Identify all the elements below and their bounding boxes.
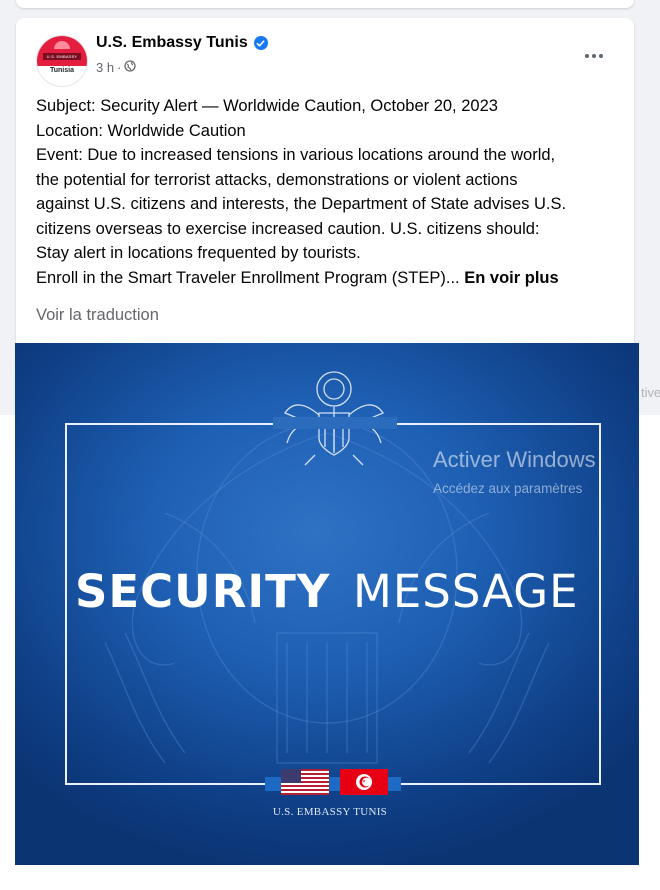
post-text-line: against U.S. citizens and interests, the…: [36, 195, 567, 213]
avatar-sub-text: Tunisia: [50, 67, 74, 74]
post-meta: 3 h ·: [96, 60, 137, 75]
post-text-line: Event: Due to increased tensions in vari…: [36, 146, 556, 164]
post-text-line: Location: Worldwide Caution: [36, 121, 246, 140]
post-text-line: the potential for terrorist attacks, dem…: [36, 170, 518, 189]
tunisia-flag-icon: [340, 769, 388, 795]
image-title-bold: SECURITY: [75, 565, 331, 618]
more-options-icon-dot: [599, 54, 603, 58]
post-time[interactable]: 3 h: [96, 60, 114, 75]
frame-gap-top: [273, 417, 397, 429]
embassy-caption: U.S. EMBASSY TUNIS: [272, 806, 388, 818]
meta-separator: ·: [117, 60, 122, 75]
windows-activation-watermark-subtitle: Accédez aux paramètres: [433, 481, 583, 496]
avatar-band-text: U.S. EMBASSY: [43, 53, 81, 60]
previous-post-card: [16, 0, 634, 8]
post-image[interactable]: SECURITY MESSAGE U.S. EMBASSY TUNIS: [15, 343, 639, 865]
post-text-last-line: Enroll in the Smart Traveler Enrollment …: [36, 266, 626, 291]
us-flag-icon: [281, 769, 329, 795]
see-more-link[interactable]: En voir plus: [464, 269, 558, 287]
verified-badge-icon: [253, 36, 268, 50]
page-name-label[interactable]: U.S. Embassy Tunis: [96, 34, 248, 52]
page-name[interactable]: U.S. Embassy Tunis: [96, 34, 268, 52]
image-title-light: MESSAGE: [353, 565, 579, 618]
post-body: Subject: Security Alert — Worldwide Caut…: [36, 94, 626, 290]
more-options-button[interactable]: [578, 44, 610, 68]
windows-activation-watermark-title: Activer Windows: [433, 447, 596, 472]
see-translation-link[interactable]: Voir la traduction: [36, 306, 159, 325]
page-avatar[interactable]: U.S. EMBASSY Tunisia: [36, 35, 88, 87]
post-text-line: citizens overseas to exercise increased …: [36, 219, 540, 238]
more-options-icon-dot: [585, 54, 589, 58]
more-options-icon-dot: [592, 54, 596, 58]
globe-icon: [124, 60, 137, 75]
post-text-truncated: Enroll in the Smart Traveler Enrollment …: [36, 268, 460, 287]
side-fragment-text: tive: [641, 385, 660, 400]
post-text-line: Subject: Security Alert — Worldwide Caut…: [36, 97, 498, 115]
post-text-line: Stay alert in locations frequented by to…: [36, 244, 361, 262]
